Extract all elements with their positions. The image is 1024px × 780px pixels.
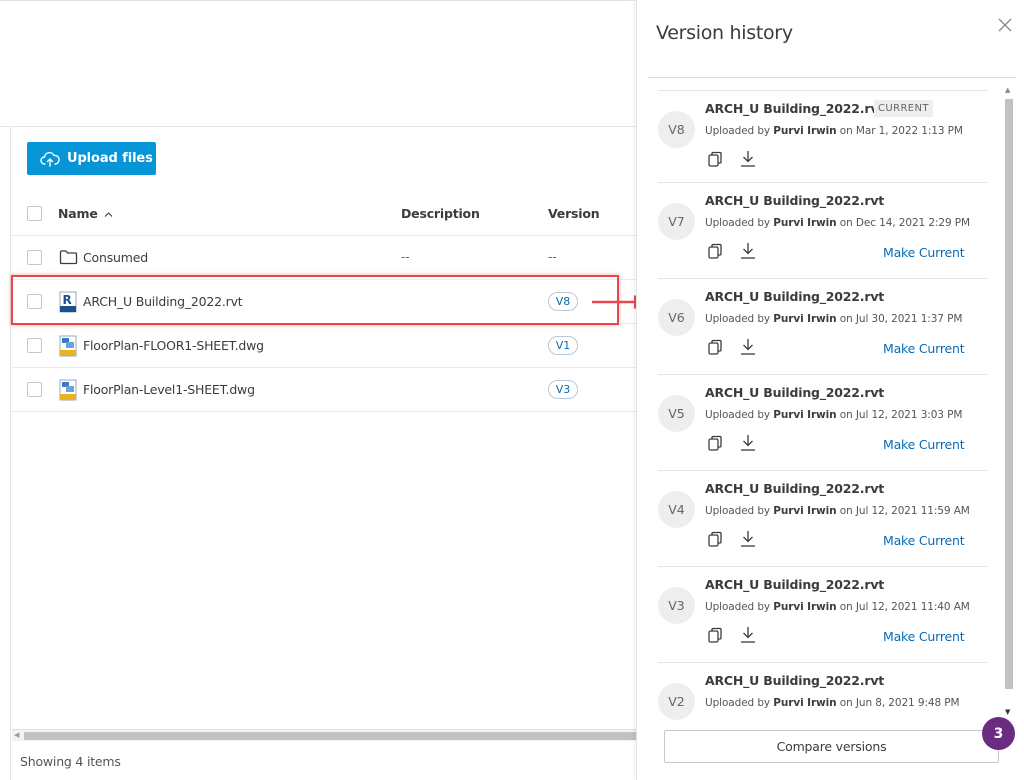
file-name[interactable]: Consumed — [83, 250, 148, 265]
entry-divider — [658, 278, 988, 279]
panel-header-divider — [648, 77, 1016, 78]
make-current-link[interactable]: Make Current — [883, 245, 965, 260]
download-icon[interactable] — [740, 150, 756, 168]
header-row-divider — [12, 235, 636, 236]
entry-divider — [658, 566, 988, 567]
version-entry: V3 ARCH_U Building_2022.rvt Uploaded by … — [658, 566, 988, 662]
pane-left-border — [10, 127, 11, 780]
upload-files-button[interactable]: Upload files — [27, 142, 156, 175]
make-current-link[interactable]: Make Current — [883, 629, 965, 644]
version-upload-info: Uploaded by Purvi Irwin on Jul 12, 2021 … — [705, 601, 970, 613]
version-upload-info: Uploaded by Purvi Irwin on Jul 30, 2021 … — [705, 313, 963, 325]
version-file-name: ARCH_U Building_2022.rvt — [705, 193, 885, 208]
entry-divider — [658, 90, 988, 91]
version-pill[interactable]: V3 — [548, 380, 578, 399]
copy-icon[interactable] — [707, 627, 723, 644]
download-icon[interactable] — [740, 338, 756, 356]
version-file-name: ARCH_U Building_2022.rvt — [705, 101, 885, 116]
version-badge: V2 — [658, 683, 695, 720]
download-icon[interactable] — [740, 530, 756, 548]
dwg-file-icon — [59, 335, 77, 357]
version-upload-info: Uploaded by Purvi Irwin on Jun 8, 2021 9… — [705, 697, 960, 709]
step-number-badge: 3 — [982, 717, 1015, 750]
version-upload-info: Uploaded by Purvi Irwin on Mar 1, 2022 1… — [705, 125, 963, 137]
column-header-version[interactable]: Version — [548, 206, 600, 221]
version-entry: V5 ARCH_U Building_2022.rvt Uploaded by … — [658, 374, 988, 470]
version-badge: V4 — [658, 491, 695, 528]
version-entry: V7 ARCH_U Building_2022.rvt Uploaded by … — [658, 182, 988, 278]
header-divider — [0, 126, 636, 127]
current-badge: CURRENT — [874, 100, 933, 117]
make-current-link[interactable]: Make Current — [883, 533, 965, 548]
version-entry: V4 ARCH_U Building_2022.rvt Uploaded by … — [658, 470, 988, 566]
row-checkbox[interactable] — [27, 382, 42, 397]
compare-versions-button[interactable]: Compare versions — [664, 730, 999, 763]
download-icon[interactable] — [740, 434, 756, 452]
item-count: Showing 4 items — [20, 754, 121, 769]
file-description: -- — [401, 250, 410, 264]
version-pill[interactable]: V1 — [548, 336, 578, 355]
version-file-name: ARCH_U Building_2022.rvt — [705, 673, 885, 688]
copy-icon[interactable] — [707, 151, 723, 168]
entry-divider — [658, 374, 988, 375]
row-divider — [12, 411, 636, 412]
scroll-up-icon[interactable]: ▲ — [1005, 86, 1010, 94]
scrollbar-thumb[interactable] — [1005, 99, 1013, 689]
version-badge: V5 — [658, 395, 695, 432]
version-upload-info: Uploaded by Purvi Irwin on Dec 14, 2021 … — [705, 217, 970, 229]
panel-title: Version history — [656, 22, 793, 44]
entry-divider — [658, 662, 988, 663]
close-icon[interactable] — [997, 17, 1013, 33]
upload-files-label: Upload files — [67, 151, 153, 166]
row-divider — [12, 367, 636, 368]
column-header-description[interactable]: Description — [401, 206, 480, 221]
upload-cloud-icon — [40, 151, 60, 167]
download-icon[interactable] — [740, 242, 756, 260]
copy-icon[interactable] — [707, 531, 723, 548]
file-name[interactable]: FloorPlan-Level1-SHEET.dwg — [83, 382, 255, 397]
download-icon[interactable] — [740, 626, 756, 644]
horizontal-scrollbar[interactable]: ◀ — [12, 729, 636, 741]
column-header-name[interactable]: Name — [58, 206, 113, 221]
sort-ascending-icon — [104, 212, 113, 217]
make-current-link[interactable]: Make Current — [883, 437, 965, 452]
scrollbar-thumb[interactable] — [24, 732, 636, 740]
copy-icon[interactable] — [707, 243, 723, 260]
copy-icon[interactable] — [707, 435, 723, 452]
row-checkbox[interactable] — [27, 338, 42, 353]
version-entry: V8 ARCH_U Building_2022.rvt CURRENT Uplo… — [658, 90, 988, 186]
scroll-down-icon[interactable]: ▼ — [1005, 708, 1010, 716]
file-name[interactable]: FloorPlan-FLOOR1-SHEET.dwg — [83, 338, 264, 353]
version-badge: V3 — [658, 587, 695, 624]
scroll-left-icon[interactable]: ◀ — [14, 731, 19, 739]
version-file-name: ARCH_U Building_2022.rvt — [705, 577, 885, 592]
version-entry: V6 ARCH_U Building_2022.rvt Uploaded by … — [658, 278, 988, 374]
select-all-checkbox[interactable] — [27, 206, 42, 221]
copy-icon[interactable] — [707, 339, 723, 356]
entry-divider — [658, 182, 988, 183]
version-history-panel: Version history V8 ARCH_U Building_2022.… — [636, 0, 1024, 780]
file-version: -- — [548, 250, 557, 264]
make-current-link[interactable]: Make Current — [883, 341, 965, 356]
highlight-annotation — [11, 275, 619, 325]
folder-icon — [59, 250, 78, 265]
version-badge: V6 — [658, 299, 695, 336]
dwg-file-icon — [59, 379, 77, 401]
files-pane: Upload files Name Description Version Co… — [0, 0, 636, 780]
version-badge: V8 — [658, 111, 695, 148]
version-file-name: ARCH_U Building_2022.rvt — [705, 481, 885, 496]
entry-divider — [658, 470, 988, 471]
version-badge: V7 — [658, 203, 695, 240]
version-upload-info: Uploaded by Purvi Irwin on Jul 12, 2021 … — [705, 409, 963, 421]
version-file-name: ARCH_U Building_2022.rvt — [705, 385, 885, 400]
version-file-name: ARCH_U Building_2022.rvt — [705, 289, 885, 304]
version-entry: V2 ARCH_U Building_2022.rvt Uploaded by … — [658, 662, 988, 724]
row-checkbox[interactable] — [27, 250, 42, 265]
vertical-scrollbar[interactable]: ▲ ▼ — [1003, 86, 1014, 718]
version-upload-info: Uploaded by Purvi Irwin on Jul 12, 2021 … — [705, 505, 970, 517]
